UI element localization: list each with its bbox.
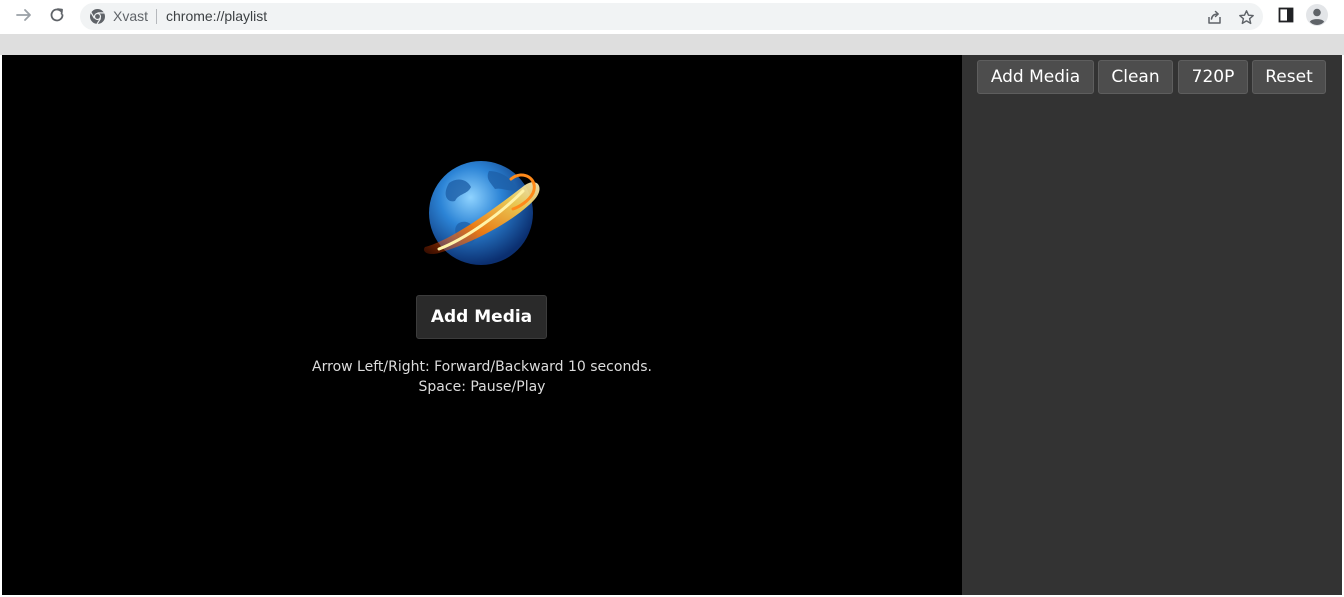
site-name: Xvast xyxy=(113,8,149,24)
avatar-icon xyxy=(1305,3,1329,32)
url-text[interactable]: chrome://playlist xyxy=(166,8,267,25)
playlist-sidebar: Add Media Clean 720P Reset xyxy=(962,55,1342,595)
chrome-icon xyxy=(89,8,106,25)
reload-button[interactable] xyxy=(44,4,70,30)
video-player[interactable]: Add Media Arrow Left/Right: Forward/Back… xyxy=(2,55,962,595)
reload-icon xyxy=(48,6,66,29)
side-panel-icon xyxy=(1278,7,1294,28)
sidebar-add-media-button[interactable]: Add Media xyxy=(977,60,1094,94)
add-media-button[interactable]: Add Media xyxy=(416,295,547,339)
profile-button[interactable] xyxy=(1304,3,1330,32)
star-icon[interactable] xyxy=(1236,7,1256,27)
arrow-right-icon xyxy=(15,6,33,29)
browser-toolbar: Xvast chrome://playlist xyxy=(0,0,1344,34)
clean-button[interactable]: Clean xyxy=(1098,60,1173,94)
resolution-button[interactable]: 720P xyxy=(1178,60,1248,94)
share-icon[interactable] xyxy=(1204,7,1224,27)
reset-button[interactable]: Reset xyxy=(1252,60,1326,94)
forward-button[interactable] xyxy=(11,4,37,30)
xvast-globe-logo xyxy=(419,157,547,269)
bookmarks-strip xyxy=(0,34,1344,55)
omnibox-divider xyxy=(156,9,157,24)
side-panel-button[interactable] xyxy=(1273,4,1299,30)
address-bar[interactable]: Xvast chrome://playlist xyxy=(80,3,1263,30)
keyboard-hint-play: Space: Pause/Play xyxy=(418,379,546,395)
page-content: Add Media Arrow Left/Right: Forward/Back… xyxy=(0,55,1344,597)
keyboard-hint-seek: Arrow Left/Right: Forward/Backward 10 se… xyxy=(312,359,652,375)
